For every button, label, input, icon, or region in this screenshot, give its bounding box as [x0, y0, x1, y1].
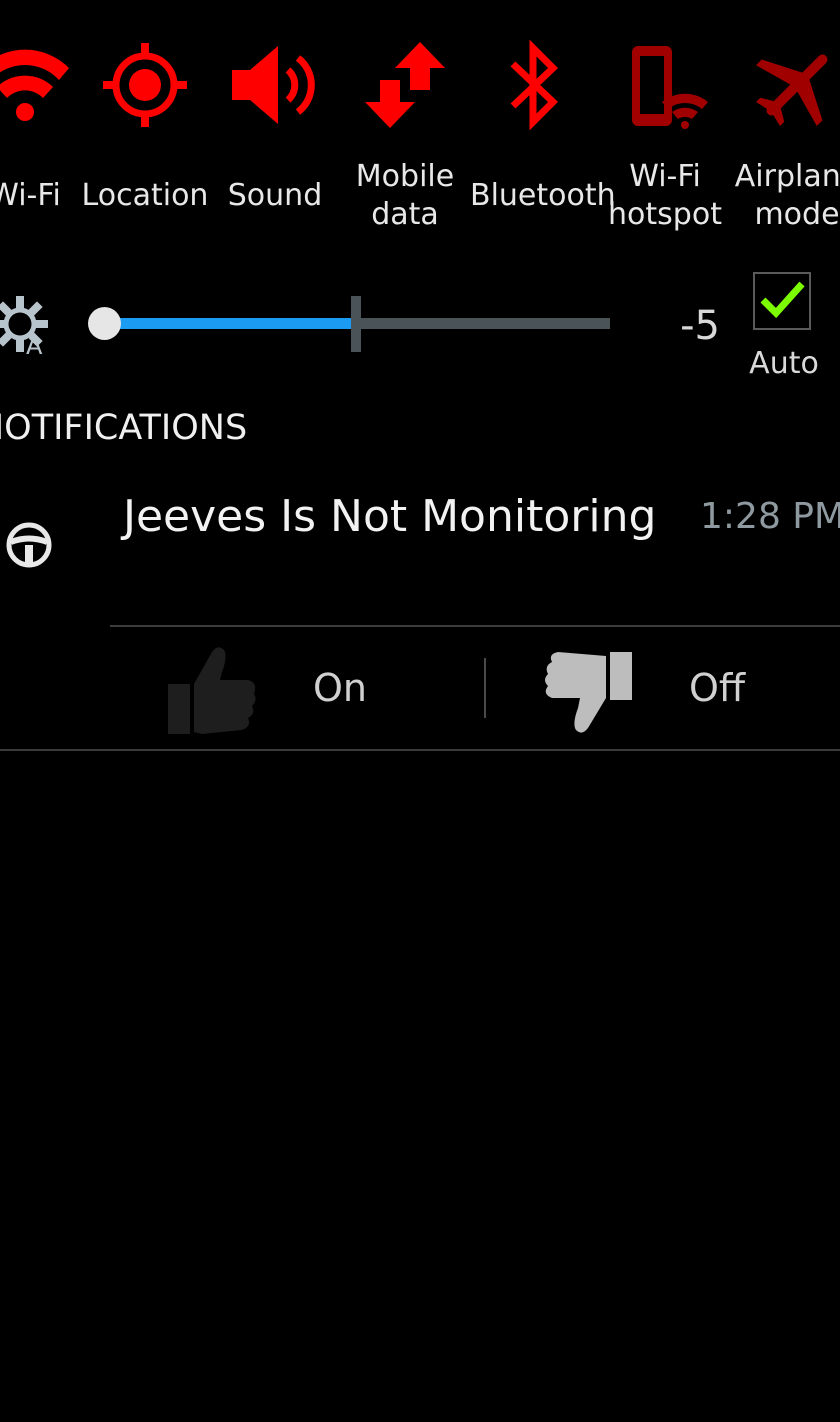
wifi-icon [0, 49, 69, 121]
quick-setting-sound[interactable]: Sound [215, 0, 335, 250]
notification-shade: Wi-Fi Location Sound Mobile data Bluetoo… [0, 0, 840, 1422]
quick-setting-label: Sound [227, 178, 323, 213]
bluetooth-icon [510, 40, 559, 130]
brightness-slider-handle[interactable] [88, 307, 121, 340]
quick-setting-label: Wi-Fi [0, 178, 61, 213]
notification-actions-divider [110, 625, 840, 627]
quick-setting-wifi[interactable]: Wi-Fi [0, 0, 90, 250]
hotspot-icon [632, 46, 708, 129]
steering-wheel-icon [6, 522, 52, 568]
airplane-icon [755, 54, 828, 127]
quick-setting-label: Airplane mode [734, 159, 840, 232]
brightness-slider-fill [105, 318, 358, 329]
sound-icon [232, 46, 315, 124]
notification-action-off-button[interactable]: Off [486, 630, 840, 745]
brightness-slider-center-mark [351, 296, 361, 352]
brightness-value: -5 [680, 303, 720, 349]
auto-brightness-icon: A [0, 296, 48, 356]
auto-brightness-label: Auto [749, 346, 819, 381]
notification-action-on-button[interactable]: On [110, 630, 484, 745]
quick-setting-mobile-data[interactable]: Mobile data [340, 0, 470, 250]
quick-setting-location[interactable]: Location [80, 0, 210, 250]
thumbs-down-icon [545, 652, 632, 733]
checkmark-icon [760, 281, 805, 319]
location-icon [103, 43, 187, 127]
auto-brightness-checkbox[interactable] [753, 272, 811, 330]
action-label: On [313, 666, 367, 710]
mobile-data-icon [365, 42, 445, 128]
quick-setting-label: Wi-Fi hotspot [608, 159, 722, 232]
quick-setting-airplane[interactable]: Airplane mode [732, 0, 840, 250]
quick-setting-label: Location [81, 178, 209, 213]
notification-time: 1:28 PM [700, 496, 840, 537]
notifications-header: NOTIFICATIONS [0, 408, 248, 448]
quick-setting-hotspot[interactable]: Wi-Fi hotspot [600, 0, 730, 250]
quick-setting-bluetooth[interactable]: Bluetooth [470, 0, 616, 250]
svg-text:A: A [26, 332, 43, 356]
action-label: Off [689, 666, 746, 710]
quick-setting-label: Mobile data [355, 159, 455, 232]
thumbs-up-icon [168, 647, 256, 734]
notification-title[interactable]: Jeeves Is Not Monitoring [123, 490, 656, 544]
quick-setting-label: Bluetooth [470, 178, 616, 213]
notification-bottom-divider [0, 749, 840, 751]
